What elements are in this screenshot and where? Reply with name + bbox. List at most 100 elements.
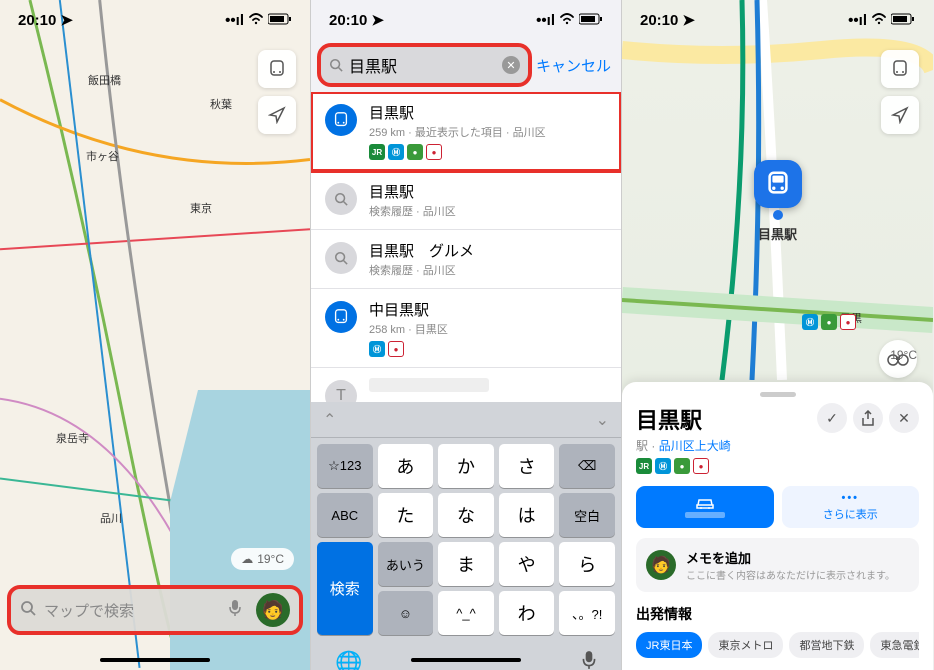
line-badge-metro: Ⓜ: [802, 314, 818, 330]
globe-icon[interactable]: 🌐: [335, 650, 362, 670]
cancel-button[interactable]: キャンセル: [536, 55, 611, 76]
clear-search-button[interactable]: ✕: [502, 56, 520, 74]
search-input[interactable]: 目黒駅 ✕: [321, 47, 528, 83]
result-subtitle: 検索履歴 · 品川区: [369, 203, 607, 219]
result-title: 目黒駅: [369, 102, 607, 123]
place-card: 目黒駅 駅 · 品川区上大崎 JR Ⓜ ● ● ✓ ✕: [622, 382, 933, 670]
temperature-value: 19°C: [257, 552, 284, 566]
key-backspace[interactable]: ⌫: [559, 444, 615, 488]
close-button[interactable]: ✕: [889, 403, 919, 433]
generic-icon: T: [325, 380, 357, 402]
locate-me-button[interactable]: [881, 96, 919, 134]
key-sa[interactable]: さ: [499, 444, 555, 488]
locate-me-button[interactable]: [258, 96, 296, 134]
signal-icon: ••ıl: [536, 12, 555, 29]
directions-button[interactable]: [636, 486, 774, 528]
train-icon: [764, 170, 792, 198]
search-result-item[interactable]: 目黒駅 グルメ 検索履歴 · 品川区: [311, 230, 621, 289]
key-ha[interactable]: は: [499, 493, 555, 537]
operator-tab[interactable]: 都営地下鉄: [789, 632, 864, 658]
search-icon: [20, 600, 36, 621]
key-emoji[interactable]: ☺: [378, 591, 434, 635]
memo-title: メモを追加: [686, 548, 895, 567]
map-label: 秋葉: [210, 96, 232, 112]
line-badge-red: ●: [426, 144, 442, 160]
history-icon: [325, 183, 357, 215]
status-time: 20:10: [18, 12, 56, 29]
line-badge-jr: JR: [636, 458, 652, 474]
key-ra[interactable]: ら: [559, 542, 615, 586]
key-num-mode[interactable]: ☆123: [317, 444, 373, 488]
weather-badge[interactable]: ☁ 19°C: [231, 548, 294, 570]
kb-chevron-down-icon[interactable]: ⌄: [596, 410, 609, 430]
ellipsis-icon: •••: [841, 492, 859, 504]
key-ya[interactable]: や: [499, 542, 555, 586]
blurred-placeholder: [369, 378, 489, 392]
phone-screen-3: 目黒 Ⓜ ● ● 20:10➤ ••ıl 目黒駅 19°C: [622, 0, 933, 670]
result-subtitle: 258 km · 目黒区: [369, 321, 607, 337]
key-search[interactable]: 検索: [317, 542, 373, 635]
line-badge-green: ●: [821, 314, 837, 330]
transit-mode-button[interactable]: [881, 50, 919, 88]
wifi-icon: [871, 12, 887, 29]
card-grabber[interactable]: [760, 392, 796, 397]
location-arrow-icon: ➤: [682, 11, 695, 29]
key-wa[interactable]: わ: [499, 591, 555, 635]
transit-icon: [325, 104, 357, 136]
key-ma[interactable]: ま: [438, 542, 494, 586]
operator-tab[interactable]: 東京メトロ: [708, 632, 783, 658]
key-punct[interactable]: 、。?!: [559, 591, 615, 635]
kb-chevron-up-icon[interactable]: ⌃: [323, 410, 336, 430]
status-time: 20:10: [329, 12, 367, 29]
transit-mode-button[interactable]: [258, 50, 296, 88]
place-location-link[interactable]: 品川区上大崎: [659, 439, 731, 453]
location-arrow-icon: ➤: [371, 11, 384, 29]
share-icon: [861, 410, 875, 426]
location-arrow-icon: ➤: [60, 11, 73, 29]
map-label: 泉岳寺: [56, 430, 89, 446]
map-marker-station[interactable]: 目黒駅: [754, 160, 802, 243]
map-label: 飯田橋: [88, 72, 121, 88]
place-title: 目黒駅: [636, 403, 731, 435]
search-top-bar: 目黒駅 ✕ キャンセル: [311, 40, 621, 90]
line-badge-jr: JR: [369, 144, 385, 160]
transit-icon: [325, 301, 357, 333]
key-a[interactable]: あ: [378, 444, 434, 488]
key-space[interactable]: 空白: [559, 493, 615, 537]
search-input-value: 目黒駅: [349, 53, 496, 77]
key-ta[interactable]: た: [378, 493, 434, 537]
line-badge-metro: Ⓜ: [388, 144, 404, 160]
home-indicator[interactable]: [411, 658, 521, 662]
key-kana-mode[interactable]: あいう: [378, 542, 434, 586]
add-note-box[interactable]: 🧑 メモを追加 ここに書く内容はあなただけに表示されます。: [636, 538, 919, 592]
key-na[interactable]: な: [438, 493, 494, 537]
search-result-item[interactable]: T: [311, 368, 621, 402]
microphone-icon[interactable]: [228, 599, 242, 622]
temperature-value: 19°C: [890, 348, 917, 362]
more-actions-button[interactable]: ••• さらに表示: [782, 486, 920, 528]
phone-screen-1: 飯田橋 秋葉 市ヶ谷 東京 泉岳寺 品川 20:10➤ ••ıl ☁ 19°C …: [0, 0, 311, 670]
line-badge-red: ●: [388, 341, 404, 357]
marker-label: 目黒駅: [754, 224, 802, 243]
result-subtitle: 検索履歴 · 品川区: [369, 262, 607, 278]
user-avatar[interactable]: 🧑: [256, 593, 290, 627]
search-result-item[interactable]: 中目黒駅 258 km · 目黒区 Ⓜ ●: [311, 289, 621, 368]
search-result-item[interactable]: 目黒駅 259 km · 最近表示した項目 · 品川区 JR Ⓜ ● ●: [311, 92, 621, 171]
signal-icon: ••ıl: [225, 12, 244, 29]
operator-tab[interactable]: JR東日本: [636, 632, 702, 658]
share-button[interactable]: [853, 403, 883, 433]
search-bar[interactable]: マップで検索 🧑: [10, 588, 300, 632]
line-badge-red: ●: [693, 458, 709, 474]
result-title: 目黒駅: [369, 181, 607, 202]
key-kaomoji[interactable]: ^_^: [438, 591, 494, 635]
key-ka[interactable]: か: [438, 444, 494, 488]
home-indicator[interactable]: [100, 658, 210, 662]
checkmark-button[interactable]: ✓: [817, 403, 847, 433]
key-abc-mode[interactable]: ABC: [317, 493, 373, 537]
search-result-item[interactable]: 目黒駅 検索履歴 · 品川区: [311, 171, 621, 230]
keyboard: ⌃ ⌄ ☆123 あ か さ ⌫ ABC た な は 空白 あいう ま や ら …: [311, 402, 621, 670]
result-title: 目黒駅 グルメ: [369, 240, 607, 261]
line-badge-metro: Ⓜ: [369, 341, 385, 357]
operator-tab[interactable]: 東急電鉄: [870, 632, 919, 658]
microphone-icon[interactable]: [581, 650, 597, 670]
